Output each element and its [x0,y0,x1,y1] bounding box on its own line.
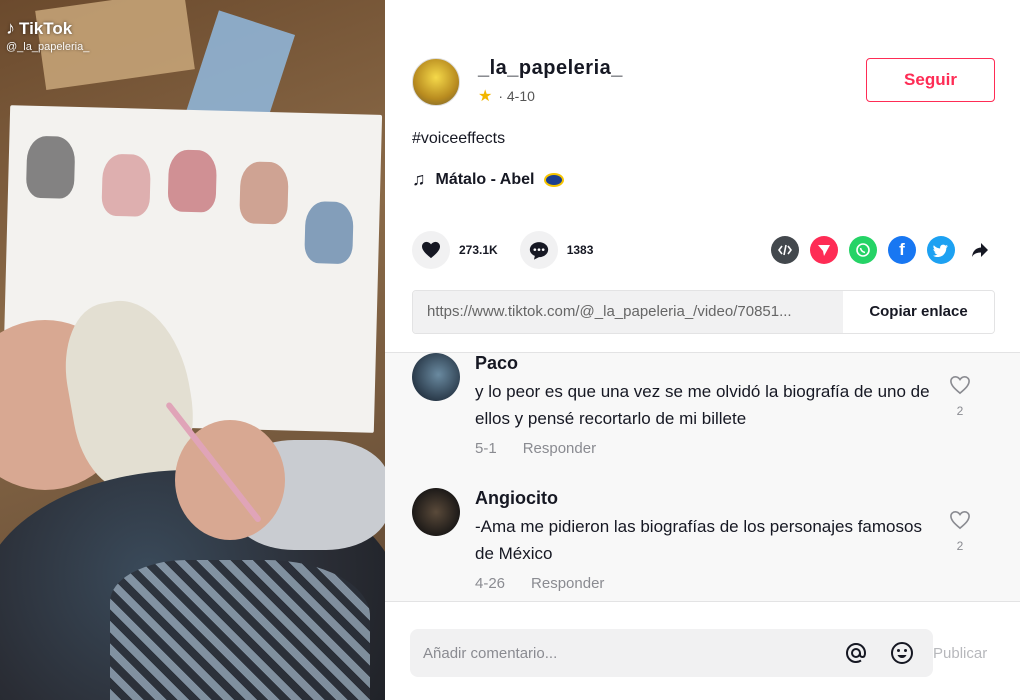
author-username[interactable]: _la_papeleria_ [478,57,623,80]
comment-avatar[interactable] [412,353,460,401]
send-to-friends-icon[interactable] [810,236,838,264]
comment-text: y lo peor es que una vez se me olvidó la… [475,382,930,428]
music-disc-icon [544,172,565,187]
comment-like-count: 2 [956,539,964,553]
heart-outline-icon[interactable] [949,375,971,395]
video-link-box: https://www.tiktok.com/@_la_papeleria_/v… [412,290,995,334]
comment-author[interactable]: Paco [475,353,935,374]
portrait-4 [239,161,289,225]
copy-link-button[interactable]: Copiar enlace [843,291,994,333]
video-sequin-pattern [110,560,370,700]
portrait-1 [25,135,76,199]
portrait-5 [304,200,354,265]
comment-bubble-icon[interactable] [519,231,558,269]
facebook-icon[interactable]: f [888,236,916,264]
publish-button[interactable]: Publicar [933,645,987,662]
comment-count: 1383 [566,243,594,257]
author-block[interactable]: _la_papeleria_ ★ · 4-10 [412,57,623,106]
reply-button[interactable]: Responder [531,575,604,592]
comment-date: 5-1 [475,440,497,457]
comment-author[interactable]: Angiocito [475,488,935,509]
comment-text: -Ama me pidieron las biografías de los p… [475,517,922,563]
portrait-2 [101,153,151,217]
comment-like[interactable]: 2 [945,510,975,553]
comment-list[interactable]: Paco y lo peor es que una vez se me olvi… [385,352,1020,602]
engagement-stats: 273.1K 1383 [412,231,615,269]
emoji-icon[interactable] [887,638,917,668]
music-note-icon: ♫ [412,169,426,189]
portrait-3 [167,149,218,213]
reply-button[interactable]: Responder [523,440,596,457]
watermark-brand: TikTok [19,18,73,38]
comment-date: 4-26 [475,575,506,592]
author-avatar[interactable] [412,57,460,106]
music-title: Mátalo - Abel [435,170,535,188]
share-more-icon[interactable] [966,236,994,264]
comment-avatar[interactable] [412,488,460,536]
comment-input[interactable] [410,644,841,662]
twitter-icon[interactable] [927,236,955,264]
embed-icon[interactable] [771,236,799,264]
star-icon: ★ [478,88,493,105]
watermark-handle: @_la_papeleria_ [6,41,90,53]
like-count: 273.1K [459,243,498,257]
heart-icon[interactable] [412,231,450,269]
comment-like-count: 2 [956,404,964,418]
heart-outline-icon[interactable] [949,510,971,530]
music-link[interactable]: ♫ Mátalo - Abel [412,169,565,190]
like-stat[interactable]: 273.1K [412,231,498,269]
share-bar: f [771,236,994,264]
comment-like[interactable]: 2 [945,375,975,418]
comment-stat[interactable]: 1383 [519,231,594,269]
video-player[interactable]: ♪ TikTok @_la_papeleria_ [0,0,385,700]
post-date: · 4-10 [498,88,535,104]
video-description[interactable]: #voiceeffects [412,130,505,148]
tiktok-watermark: ♪ TikTok @_la_papeleria_ [6,18,89,53]
whatsapp-icon[interactable] [849,236,877,264]
tiktok-logo-icon: ♪ [6,18,15,38]
follow-button[interactable]: Seguir [866,58,995,102]
video-info-panel: _la_papeleria_ ★ · 4-10 Seguir #voiceeff… [385,0,1020,700]
mention-icon[interactable] [841,638,871,668]
comment-composer [410,629,933,677]
video-url[interactable]: https://www.tiktok.com/@_la_papeleria_/v… [413,291,843,333]
